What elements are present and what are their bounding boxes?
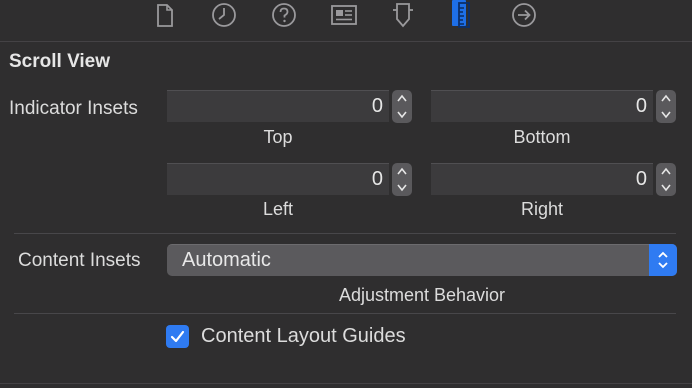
- content-insets-select[interactable]: Automatic: [167, 244, 677, 276]
- indicator-right-label: Right: [520, 199, 564, 219]
- content-insets-label: Content Insets: [18, 250, 141, 271]
- section-title: Scroll View: [9, 51, 111, 72]
- attributes-icon[interactable]: [386, 0, 420, 30]
- identity-icon[interactable]: [327, 0, 361, 30]
- size-inspector-icon[interactable]: [447, 0, 481, 30]
- indicator-bottom-field[interactable]: 0: [431, 90, 653, 122]
- indicator-left-field[interactable]: 0: [167, 163, 389, 195]
- adjustment-behavior-label: Adjustment Behavior: [338, 285, 506, 305]
- indicator-bottom-stepper[interactable]: [656, 90, 676, 123]
- indicator-right-field[interactable]: 0: [431, 163, 653, 195]
- inspector-toolbar: [0, 0, 692, 36]
- content-layout-guides-label[interactable]: Content Layout Guides: [201, 325, 406, 348]
- indicator-left-stepper[interactable]: [392, 163, 412, 196]
- connections-icon[interactable]: [507, 0, 541, 30]
- indicator-left-label: Left: [262, 199, 294, 219]
- history-icon[interactable]: [207, 0, 241, 30]
- indicator-bottom-label: Bottom: [513, 127, 571, 147]
- content-layout-guides-checkbox[interactable]: [166, 325, 189, 348]
- file-inspector-icon[interactable]: [148, 0, 182, 30]
- indicator-top-stepper[interactable]: [392, 90, 412, 123]
- toolbar-divider: [0, 41, 692, 42]
- indicator-insets-label: Indicator Insets: [9, 98, 138, 119]
- indicator-top-label: Top: [263, 127, 293, 147]
- indicator-right-stepper[interactable]: [656, 163, 676, 196]
- content-insets-value: Automatic: [182, 249, 271, 271]
- indicator-top-field[interactable]: 0: [167, 90, 389, 122]
- chevron-updown-icon[interactable]: [649, 244, 677, 276]
- section-separator: [14, 233, 676, 234]
- quick-help-icon[interactable]: [267, 0, 301, 30]
- bottom-divider: [0, 383, 692, 384]
- section-separator: [14, 313, 676, 314]
